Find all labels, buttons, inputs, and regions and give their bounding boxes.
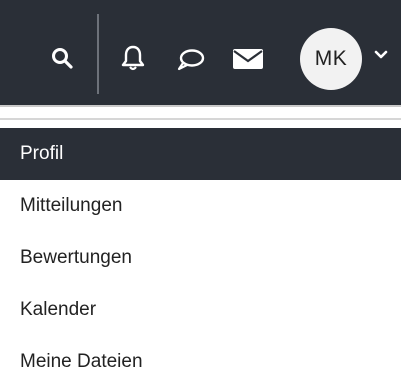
avatar[interactable]: MK [300, 28, 362, 90]
bell-icon[interactable] [120, 44, 146, 72]
chevron-down-icon[interactable] [374, 50, 388, 60]
mail-icon[interactable] [232, 47, 264, 71]
navbar-separator [97, 14, 99, 94]
menu-item-label: Bewertungen [20, 247, 132, 268]
chat-bubble-icon[interactable] [176, 47, 206, 73]
menu-item-mitteilungen[interactable]: Mitteilungen [0, 180, 401, 232]
navbar-bottom-border [0, 105, 401, 107]
dropdown-top-border [0, 118, 401, 120]
menu-item-label: Profil [20, 143, 64, 164]
menu-item-meine-dateien[interactable]: Meine Dateien [0, 336, 401, 388]
menu-item-kalender[interactable]: Kalender [0, 284, 401, 336]
top-navbar: MK [0, 0, 401, 105]
menu-item-label: Meine Dateien [20, 351, 143, 372]
search-icon[interactable] [50, 46, 74, 70]
menu-item-label: Kalender [20, 299, 97, 320]
menu-item-bewertungen[interactable]: Bewertungen [0, 232, 401, 284]
menu-item-profil[interactable]: Profil [0, 128, 401, 180]
avatar-initials: MK [314, 47, 348, 70]
user-dropdown-menu: Profil Mitteilungen Bewertungen Kalender… [0, 128, 401, 388]
menu-item-label: Mitteilungen [20, 195, 123, 216]
